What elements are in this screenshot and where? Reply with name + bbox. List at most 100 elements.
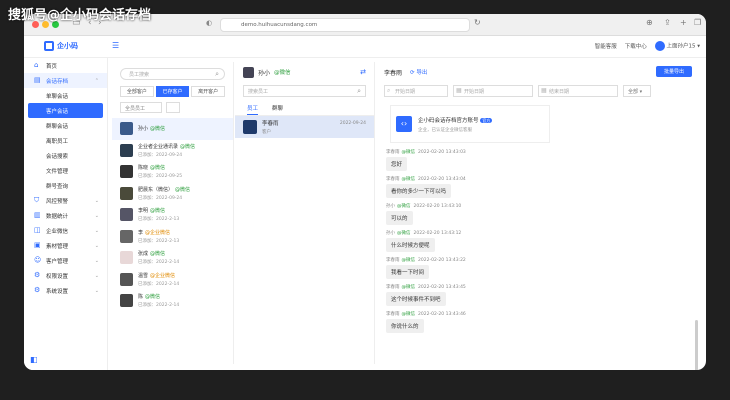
new-tab-icon[interactable]: + — [680, 18, 687, 27]
sidebar-item[interactable]: ◫ 企业微信 ⌄ — [24, 223, 107, 238]
tab-all-customers[interactable]: 全部客户 — [120, 86, 154, 97]
menu-icon: ☺ — [34, 256, 42, 264]
message-bubble: 看你的多少一下可以吗 — [386, 184, 452, 198]
sidebar-item[interactable]: ▤ 会话存档 ⌃ — [24, 73, 107, 88]
sidebar-item[interactable]: 客户会话 — [28, 103, 103, 118]
sidebar-item[interactable]: ☺ 客户管理 ⌄ — [24, 253, 107, 268]
list-item[interactable]: 张成 @微信 已添加：2022-2-14 — [112, 247, 233, 269]
search-icon: ⌕ — [387, 87, 391, 94]
chat-message: 孙小 @微信 2022-02-20 13:43:10 可以的 — [386, 203, 700, 225]
export-label: 导出 — [416, 70, 428, 76]
collapse-sidebar-icon[interactable]: ◧ — [30, 355, 38, 364]
address-bar[interactable]: demo.huihuacunsdang.com — [220, 18, 470, 32]
extra-filter-select[interactable] — [166, 102, 180, 113]
list-item[interactable]: 孙小 @微信 — [112, 118, 233, 140]
sidebar-item[interactable]: 离职员工 — [24, 133, 107, 148]
app-logo-icon: ‹› — [396, 116, 412, 132]
avatar — [120, 165, 133, 179]
sidebar-item[interactable]: ▣ 素材管理 ⌄ — [24, 238, 107, 253]
contact-tag: @微信 — [145, 294, 161, 301]
selected-staff-name: 孙小 — [258, 69, 271, 77]
message-type-select[interactable]: 全部 ▾ — [623, 85, 651, 97]
chevron-up-icon: ⌃ — [94, 77, 99, 84]
download-center-link[interactable]: 下载中心 — [625, 42, 647, 50]
share-icon[interactable]: ⇪ — [664, 18, 671, 27]
list-item[interactable]: 李明 @微信 已添加：2022-2-13 — [112, 204, 233, 226]
list-item[interactable]: 陈 @微信已添加：2022-2-14 — [112, 290, 233, 312]
contact-name: 肥晨东（微信） @微信 — [138, 186, 190, 193]
header-actions: 智能客服 下载中心 上面孙户15 ▾ — [595, 41, 700, 51]
user-menu[interactable]: 上面孙户15 ▾ — [654, 41, 700, 51]
list-item[interactable]: 企业者企业通讯录 @微信 已添加：2022-09-24 — [112, 140, 233, 162]
menu-icon: ▤ — [34, 76, 41, 84]
chat-message: 李春雨 @微信 2022-02-20 13:43:22 我看一下时间 — [386, 257, 700, 279]
contact-card-message[interactable]: ‹› 企小码会话存档官方账号 官方 企业，已认证企业微信客服 — [390, 105, 550, 143]
sidebar-item[interactable]: ▥ 数据统计 ⌄ — [24, 208, 107, 223]
reload-icon[interactable]: ↻ — [474, 18, 481, 27]
contact-name: 陈晓 @微信 — [138, 164, 182, 171]
list-item[interactable]: 肥晨东（微信） @微信 已添加：2022-09-24 — [112, 183, 233, 205]
sidebar-item-label: 客户会话 — [46, 108, 69, 115]
sender-name: 李春雨 — [386, 285, 400, 290]
contact-name: 陈 @微信 — [138, 293, 179, 300]
tab-staff[interactable]: 员工 — [247, 104, 259, 115]
sidebar-item[interactable]: 群号查询 — [24, 178, 107, 193]
message-bubble: 我看一下时间 — [386, 265, 430, 279]
keyword-filter[interactable]: ⌕ 开始日期 — [384, 85, 448, 97]
tab-saved-customers[interactable]: 已存客户 — [155, 86, 190, 97]
list-item[interactable]: 李春雨 客户 2022-09-24 — [235, 116, 374, 138]
sidebar-item[interactable]: 单聊会话 — [24, 88, 107, 103]
download-icon[interactable]: ⊕ — [646, 18, 653, 27]
card-title-text: 企小码会话存档官方账号 — [418, 117, 479, 124]
sidebar-item[interactable]: 群聊会话 — [24, 118, 107, 133]
batch-export-button[interactable]: 批量导出 — [655, 66, 692, 77]
message-list: 李春雨 @微信 2022-02-20 13:43:03 您好 李春雨 @微信 2022-02… — [376, 149, 700, 333]
menu-icon: ⛉ — [34, 196, 40, 204]
customer-service-link[interactable]: 智能客服 — [595, 42, 617, 50]
search-placeholder: 员工搜索 — [129, 72, 150, 78]
staff-filter-select[interactable]: 全员员工 — [120, 102, 162, 113]
app-logo[interactable]: 企小码 — [44, 41, 78, 51]
tabs-overview-icon[interactable]: ❐ — [694, 18, 701, 27]
message-bubble: 您好 — [386, 157, 408, 171]
contact-tag: @微信 — [150, 126, 166, 133]
avatar — [120, 272, 133, 286]
sidebar-item[interactable]: 文件管理 — [24, 163, 107, 178]
list-item[interactable]: 温雪 @企业微信 已添加：2022-2-14 — [112, 269, 233, 291]
conversation-search-input[interactable]: 搜索员工 ⌕ — [243, 85, 366, 97]
sidebar-item[interactable]: ⚙ 权限设置 ⌄ — [24, 268, 107, 283]
end-date-picker[interactable]: ▦ 结束日期 — [538, 85, 618, 97]
contact-name-text: 企业者企业通讯录 — [138, 143, 179, 150]
sidebar-item[interactable]: ⛉ 风控预警 ⌄ — [24, 193, 107, 208]
chevron-down-icon: ⌄ — [94, 227, 99, 234]
sidebar-item[interactable]: ⚙ 系统设置 ⌄ — [24, 283, 107, 298]
contact-tag: @微信 — [175, 186, 191, 193]
tab-groups[interactable]: 群聊 — [272, 104, 283, 115]
tab-left-customers[interactable]: 离开客户 — [191, 86, 226, 97]
chat-message: 李春雨 @微信 2022-02-20 13:43:46 你说什么的 — [386, 311, 700, 333]
contact-added-date: 已添加：2022-09-24 — [138, 152, 183, 158]
staff-search-input[interactable]: 员工搜索 ⌕ — [120, 68, 225, 80]
contact-name: 李 @企业微信 — [138, 229, 179, 236]
conversation-type: 客户 — [262, 130, 271, 135]
menu-toggle-icon[interactable]: ☰ — [112, 41, 119, 50]
chat-scrollbar[interactable] — [695, 320, 698, 370]
list-item[interactable]: 陈晓 @微信 已添加：2022-09-25 — [112, 161, 233, 183]
export-link[interactable]: ⟳ 导出 — [410, 68, 427, 76]
avatar — [243, 120, 257, 134]
sidebar-item[interactable]: ⌂ 首页 — [24, 58, 107, 73]
contact-name-text: 陈晓 — [138, 165, 149, 172]
list-item[interactable]: 李 @企业微信 已添加：2022-2-13 — [112, 226, 233, 248]
sidebar-item[interactable]: 会话搜索 — [24, 148, 107, 163]
avatar — [120, 208, 133, 222]
contact-name: 张成 @微信 — [138, 250, 179, 257]
switch-icon[interactable]: ⇄ — [360, 68, 366, 76]
select-value: 全部 — [628, 89, 639, 95]
contact-name: 孙小 @微信 — [138, 125, 165, 132]
chat-message: 孙小 @微信 2022-02-20 13:43:12 什么时候方便呢 — [386, 230, 700, 252]
start-date-picker[interactable]: ▦ 开始日期 — [453, 85, 533, 97]
contact-filter-tabs: 全部客户 已存客户 离开客户 — [120, 86, 226, 97]
contact-tag: @微信 — [150, 251, 166, 258]
sender-name: 李春雨 — [386, 177, 400, 182]
contact-added-date: 已添加：2022-2-14 — [138, 303, 180, 309]
